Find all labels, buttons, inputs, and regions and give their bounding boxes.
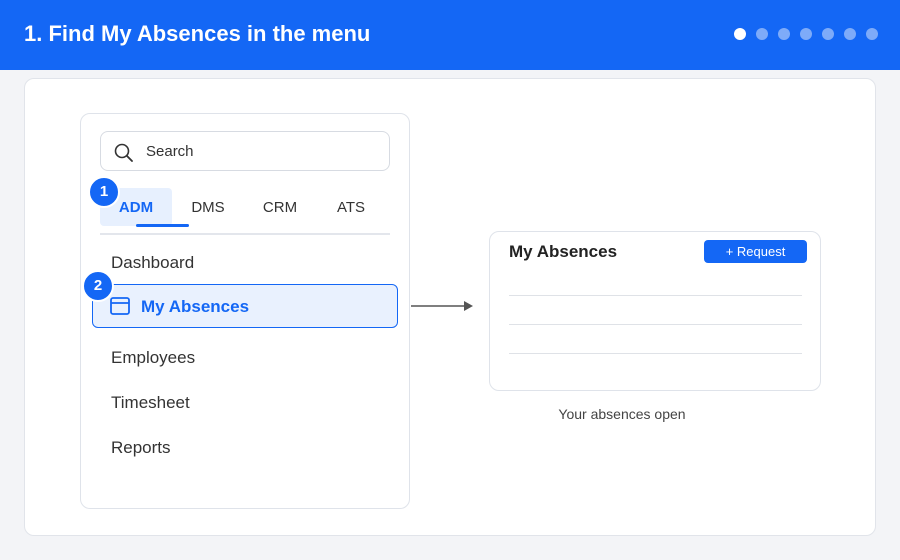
step-dot-7[interactable]: [866, 28, 878, 40]
preview-title: My Absences: [509, 242, 618, 261]
step-badge-2: 2: [82, 270, 114, 302]
menu-item-timesheet[interactable]: Timesheet: [111, 393, 190, 413]
step-badge-1: 1: [88, 176, 120, 208]
menu-item-reports[interactable]: Reports: [111, 438, 171, 458]
menu-item-my-absences[interactable]: My Absences: [92, 284, 398, 328]
step-dot-5[interactable]: [822, 28, 834, 40]
menu-item-label: My Absences: [141, 297, 250, 316]
tab-crm[interactable]: CRM: [244, 188, 316, 226]
search-placeholder: Search: [146, 143, 194, 160]
search-icon: [114, 143, 133, 162]
step-dot-3[interactable]: [778, 28, 790, 40]
page-title: 1. Find My Absences in the menu: [24, 21, 371, 46]
preview-row-placeholder: [509, 324, 802, 325]
step-dot-1[interactable]: [734, 28, 746, 40]
active-tab-indicator: [136, 224, 189, 227]
preview-row-placeholder: [509, 353, 802, 354]
menu-item-dashboard[interactable]: Dashboard: [111, 253, 194, 273]
module-tabs: ADM DMS CRM ATS: [100, 188, 390, 234]
tab-dms[interactable]: DMS: [172, 188, 244, 226]
step-indicator: [734, 28, 878, 40]
step-dot-2[interactable]: [756, 28, 768, 40]
menu-item-employees[interactable]: Employees: [111, 348, 195, 368]
request-button[interactable]: + Request: [704, 240, 807, 263]
search-input[interactable]: Search: [100, 131, 390, 171]
preview-caption: Your absences open: [558, 406, 686, 422]
tabs-divider: [100, 233, 390, 235]
header-bar: 1. Find My Absences in the menu: [0, 0, 900, 70]
step-dot-4[interactable]: [800, 28, 812, 40]
preview-row-placeholder: [509, 295, 802, 296]
step-dot-6[interactable]: [844, 28, 856, 40]
tab-ats[interactable]: ATS: [316, 188, 386, 226]
calendar-icon: [110, 297, 130, 315]
arrow-icon: [411, 301, 473, 311]
